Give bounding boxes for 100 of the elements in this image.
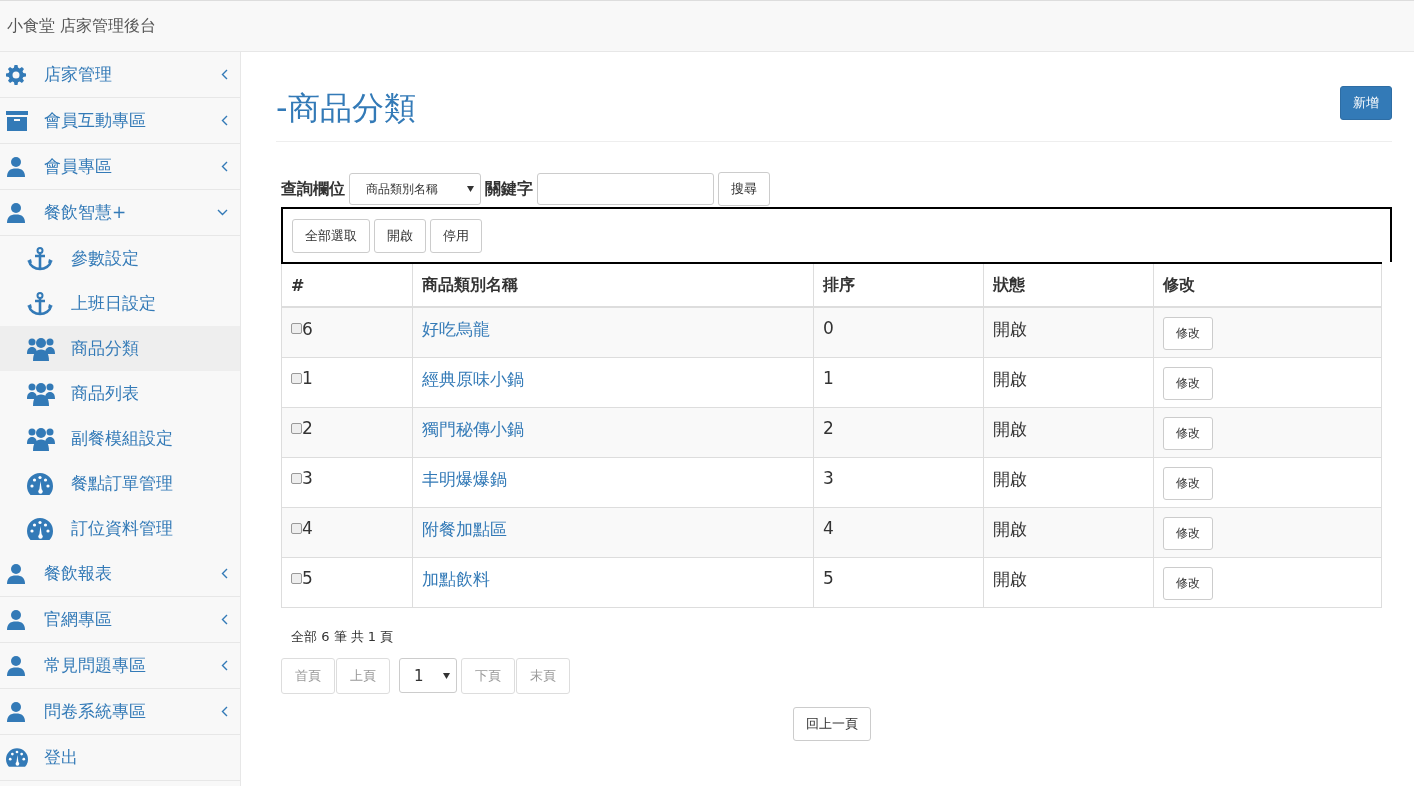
edit-button[interactable]: 修改	[1163, 566, 1213, 600]
user-icon	[6, 156, 26, 177]
keyword-input[interactable]	[537, 173, 714, 205]
category-link[interactable]: 加點飲料	[422, 568, 490, 589]
sidebar-label: 官網專區	[44, 608, 113, 631]
sidebar-label: 會員互動專區	[44, 109, 147, 132]
user-icon	[6, 701, 26, 722]
row-checkbox[interactable]	[291, 323, 302, 334]
sidebar-item[interactable]: 餐飲報表	[0, 551, 240, 597]
sidebar-label: 常見問題專區	[44, 654, 147, 677]
sidebar-label: 會員專區	[44, 155, 113, 178]
edit-button[interactable]: 修改	[1163, 366, 1213, 400]
sidebar-subitem[interactable]: 餐點訂單管理	[0, 461, 240, 506]
sidebar-item[interactable]: 常見問題專區	[0, 643, 240, 689]
sidebar-label: 商品分類	[71, 337, 140, 360]
sort-order: 0	[823, 318, 834, 338]
sidebar-item[interactable]: 會員互動專區	[0, 98, 240, 144]
user-icon	[6, 655, 26, 676]
field-select[interactable]: 商品類別名稱	[349, 173, 481, 205]
sidebar-item[interactable]: 店家管理	[0, 52, 240, 98]
status-text: 開啟	[993, 418, 1027, 439]
page-title: -商品分類	[276, 88, 416, 129]
search-button[interactable]: 搜尋	[718, 172, 770, 206]
sidebar-subitem[interactable]: 副餐模組設定	[0, 416, 240, 461]
caret-down-icon	[467, 186, 474, 192]
sidebar-label: 登出	[44, 746, 79, 769]
bulk-action-button[interactable]: 停用	[430, 218, 482, 253]
status-text: 開啟	[993, 319, 1027, 339]
add-button[interactable]: 新增	[1340, 86, 1392, 120]
pagination-summary: 全部 6 筆 共 1 頁	[291, 627, 395, 646]
archive-box-icon	[6, 110, 28, 131]
chevron-down-icon	[217, 209, 228, 216]
sidebar-item[interactable]: 官網專區	[0, 597, 240, 643]
sort-order: 3	[823, 467, 834, 488]
sidebar-subitem[interactable]: 上班日設定	[0, 281, 240, 326]
chevron-left-icon	[221, 660, 228, 671]
dashboard-gauge-icon	[6, 748, 28, 767]
users-icon	[27, 336, 55, 361]
users-icon	[27, 381, 55, 406]
user-icon	[6, 563, 26, 584]
sidebar-item[interactable]: 會員專區	[0, 144, 240, 190]
row-id: 3	[302, 468, 313, 488]
sidebar-item[interactable]: 餐飲智慧+	[0, 190, 240, 236]
user-icon	[6, 609, 26, 630]
status-text: 開啟	[993, 518, 1027, 539]
sidebar-label: 問卷系統專區	[44, 700, 147, 723]
caret-down-icon	[443, 672, 450, 679]
sidebar-subitem[interactable]: 訂位資料管理	[0, 506, 240, 551]
brand-title[interactable]: 小食堂 店家管理後台	[7, 15, 157, 37]
users-icon	[27, 426, 55, 451]
row-checkbox[interactable]	[291, 572, 302, 584]
sidebar-subitem[interactable]: 參數設定	[0, 236, 240, 281]
status-text: 開啟	[993, 368, 1027, 389]
sidebar-subitem[interactable]: 商品列表	[0, 371, 240, 416]
category-link[interactable]: 好吃烏龍	[422, 319, 490, 339]
edit-button[interactable]: 修改	[1163, 416, 1213, 450]
search-field-label: 查詢欄位	[281, 178, 345, 200]
sidebar-label: 餐點訂單管理	[71, 472, 174, 495]
dashboard-gauge-icon	[27, 517, 53, 540]
chevron-left-icon	[221, 614, 228, 625]
sidebar-label: 參數設定	[71, 247, 140, 270]
anchor-icon	[27, 291, 53, 316]
sidebar-subitem[interactable]: 商品分類	[0, 326, 240, 371]
sidebar-label: 訂位資料管理	[71, 517, 174, 540]
keyword-label: 關鍵字	[485, 178, 533, 200]
category-link[interactable]: 獨門秘傳小鍋	[422, 418, 524, 439]
sort-order: 2	[823, 417, 834, 438]
gear-icon	[6, 64, 26, 85]
chevron-left-icon	[221, 568, 228, 579]
row-id: 1	[302, 368, 313, 388]
chevron-left-icon	[221, 161, 228, 172]
sidebar-label: 上班日設定	[71, 292, 157, 315]
status-text: 開啟	[993, 568, 1027, 589]
row-checkbox[interactable]	[291, 422, 302, 434]
page-select[interactable]: 1	[399, 658, 457, 693]
row-checkbox[interactable]	[291, 372, 302, 384]
sidebar-item[interactable]: 登出	[0, 735, 240, 781]
row-checkbox[interactable]	[291, 472, 302, 484]
sidebar-label: 副餐模組設定	[71, 427, 174, 450]
row-id: 4	[302, 518, 313, 538]
sort-order: 5	[823, 567, 834, 588]
user-icon	[6, 202, 26, 223]
back-button[interactable]: 回上一頁	[792, 706, 871, 741]
row-id: 6	[302, 318, 313, 339]
row-checkbox[interactable]	[291, 522, 302, 534]
edit-button[interactable]: 修改	[1163, 466, 1213, 500]
category-link[interactable]: 丰明爆爆鍋	[422, 468, 507, 489]
edit-button[interactable]: 修改	[1163, 516, 1213, 550]
bulk-action-button[interactable]: 全部選取	[292, 218, 370, 253]
sidebar-label: 餐飲報表	[44, 562, 113, 585]
chevron-left-icon	[221, 69, 228, 80]
bulk-action-button[interactable]: 開啟	[374, 218, 426, 253]
category-link[interactable]: 附餐加點區	[422, 518, 507, 539]
status-text: 開啟	[993, 468, 1027, 489]
category-link[interactable]: 經典原味小鍋	[422, 368, 524, 389]
chevron-left-icon	[221, 706, 228, 717]
edit-button[interactable]: 修改	[1163, 317, 1213, 350]
sidebar-item[interactable]: 問卷系統專區	[0, 689, 240, 735]
row-id: 2	[302, 418, 313, 438]
sidebar-label: 店家管理	[44, 63, 113, 86]
